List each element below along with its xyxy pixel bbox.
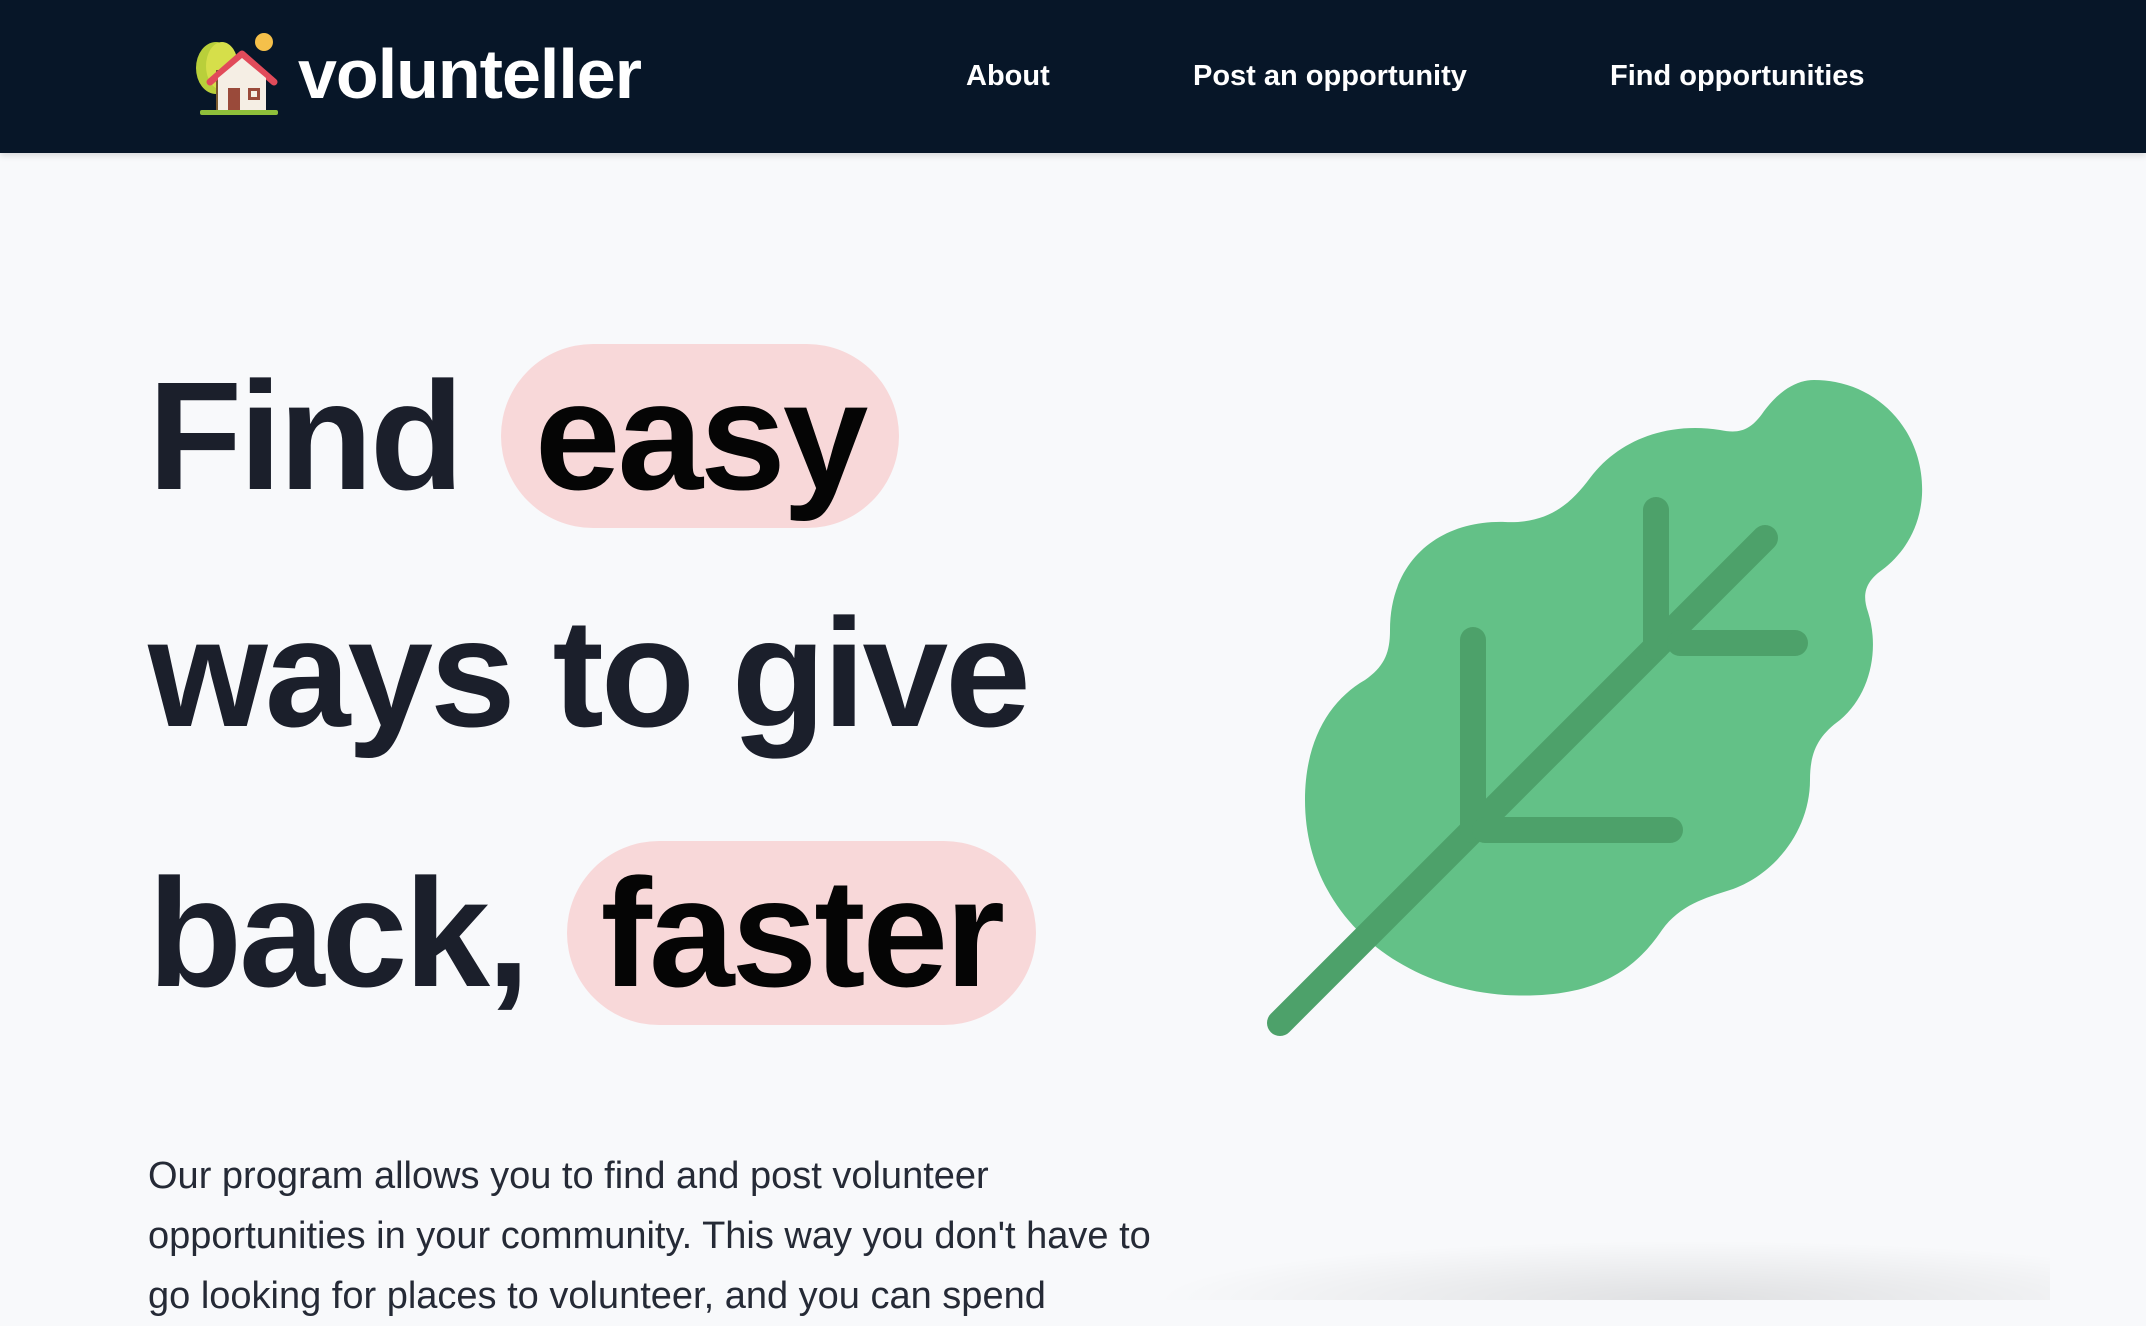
brand-name: volunteller bbox=[298, 35, 642, 113]
top-navbar: volunteller About Post an opportunity Fi… bbox=[0, 0, 2146, 153]
house-with-tree-icon bbox=[196, 33, 278, 115]
hero-line-2: ways to give bbox=[148, 587, 1031, 759]
nav-find-opportunities-link[interactable]: Find opportunities bbox=[1610, 56, 1865, 96]
hero-highlight-easy: easy bbox=[500, 344, 900, 528]
hero-highlight-faster: faster bbox=[566, 841, 1037, 1025]
nav-post-opportunity-link[interactable]: Post an opportunity bbox=[1193, 56, 1467, 96]
leaf-icon bbox=[1267, 380, 1923, 1036]
bottom-shadow bbox=[1150, 1240, 2050, 1300]
hero-line-1-prefix: Find bbox=[148, 350, 464, 522]
nav-about-link[interactable]: About bbox=[966, 56, 1050, 96]
hero-line-3: back, faster bbox=[148, 841, 1037, 1025]
hero-line-1: Find easy bbox=[148, 344, 900, 528]
brand-home-link[interactable]: volunteller bbox=[192, 24, 642, 124]
hero-line-3-prefix: back, bbox=[148, 847, 530, 1019]
hero-description: Our program allows you to find and post … bbox=[148, 1155, 1151, 1317]
